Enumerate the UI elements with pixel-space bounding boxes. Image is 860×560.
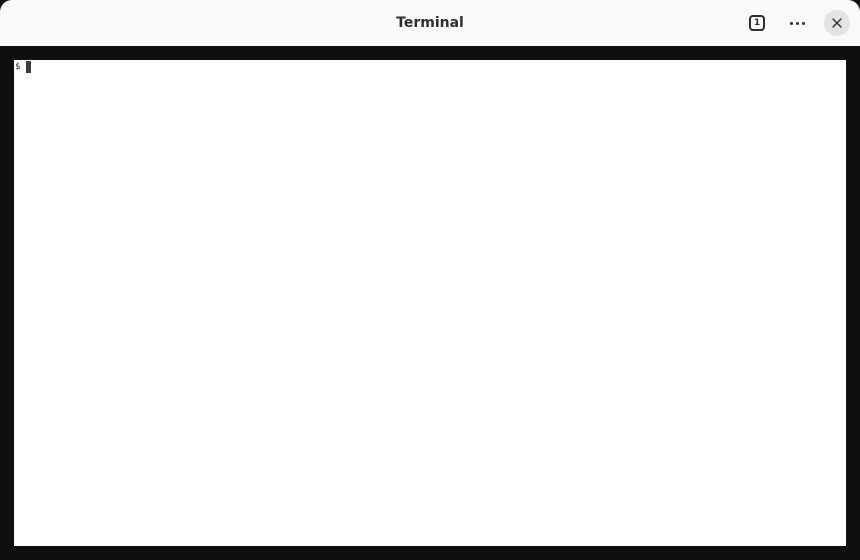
- close-button[interactable]: [824, 10, 850, 36]
- close-icon: [832, 18, 842, 28]
- terminal-output-area[interactable]: $: [14, 60, 846, 546]
- prompt-line: $: [14, 60, 32, 74]
- terminal-window: Terminal 1 $: [0, 0, 860, 560]
- tab-overview-button[interactable]: 1: [749, 15, 765, 31]
- main-menu-button[interactable]: [783, 9, 811, 37]
- window-title: Terminal: [396, 15, 464, 31]
- more-horizontal-icon: [789, 21, 805, 25]
- title-bar[interactable]: Terminal 1: [0, 0, 860, 46]
- text-cursor: [26, 61, 32, 73]
- shell-prompt: $: [15, 62, 21, 72]
